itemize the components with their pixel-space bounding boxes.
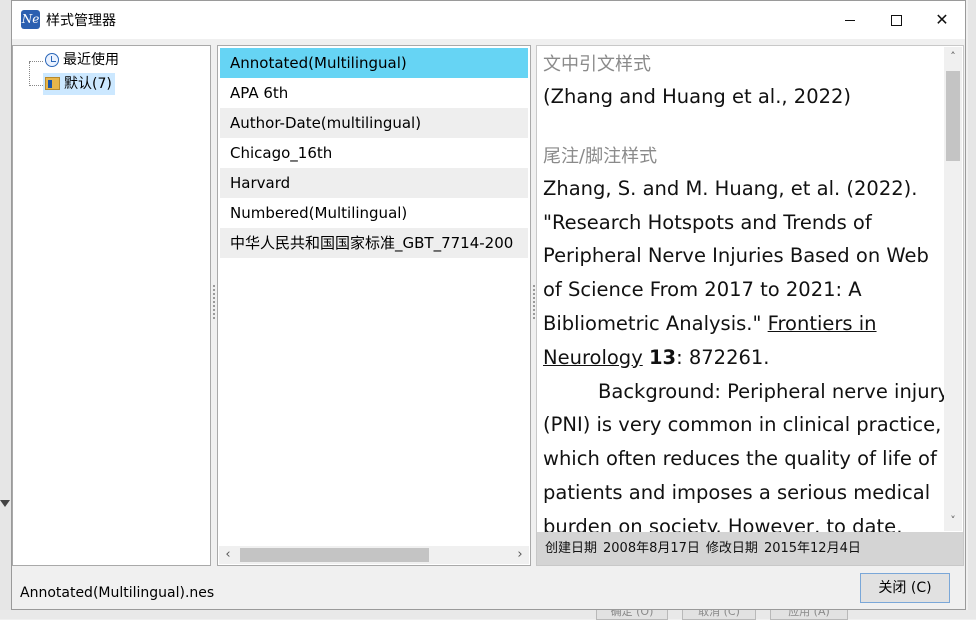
tree-item-label: 最近使用 [63, 52, 119, 68]
bibliography-heading: 尾注/脚注样式 [543, 145, 658, 167]
background-window-left-edge [0, 0, 11, 619]
list-item[interactable]: Harvard [220, 168, 528, 198]
horizontal-scrollbar[interactable]: ‹ › [219, 546, 529, 564]
window-title: 样式管理器 [46, 13, 116, 29]
tree-item-label: 默认(7) [64, 76, 112, 92]
background-window-bottom-edge: 确定 (O) 取消 (C) 应用 (A) [0, 604, 976, 620]
scroll-left-icon[interactable]: ‹ [219, 546, 237, 564]
tree-item-recent[interactable]: 最近使用 [43, 49, 122, 71]
app-logo-icon: Ne [21, 10, 40, 29]
tree-connector [29, 85, 43, 86]
modified-date: 2015年12月4日 [763, 541, 861, 556]
style-preview: 文中引文样式 (Zhang and Huang et al., 2022) 尾注… [536, 45, 964, 566]
list-item[interactable]: APA 6th [220, 78, 528, 108]
preview-content: 文中引文样式 (Zhang and Huang et al., 2022) 尾注… [543, 50, 950, 544]
abstract-line: (PNI) is very common in clinical practic… [543, 413, 942, 437]
abstract-line: patients and imposes a serious medical [543, 480, 931, 504]
title-bar[interactable]: Ne 样式管理器 ✕ [12, 1, 965, 39]
scrollbar-thumb[interactable] [946, 71, 960, 161]
close-button[interactable]: 关闭 (C) [860, 573, 950, 603]
style-list[interactable]: Annotated(Multilingual) APA 6th Author-D… [217, 45, 531, 566]
modified-label: 修改日期 [705, 541, 758, 556]
bibliography-text: Bibliometric Analysis." [543, 311, 768, 335]
scrollbar-thumb[interactable] [240, 548, 429, 562]
selected-file-name: Annotated(Multilingual).nes [20, 585, 215, 601]
page-number: : 872261. [676, 345, 770, 369]
style-manager-window: Ne 样式管理器 ✕ 最近使用 默认(7) Annotated(Multilin… [11, 0, 966, 610]
list-item[interactable]: Numbered(Multilingual) [220, 198, 528, 228]
minimize-button[interactable] [827, 1, 873, 39]
abstract-line: Background: Peripheral nerve injury [598, 379, 950, 403]
preview-footer: 创建日期 2008年8月17日 修改日期 2015年12月4日 [537, 532, 963, 565]
scroll-up-icon[interactable]: ˄ [944, 49, 962, 65]
scroll-right-icon[interactable]: › [511, 546, 529, 564]
bibliography-line: Bibliometric Analysis." Frontiers in [543, 307, 943, 341]
created-date: 2008年8月17日 [603, 541, 700, 556]
vertical-scrollbar[interactable]: ˄ ˅ [944, 47, 962, 531]
bibliography-line: Peripheral Nerve Injuries Based on Web [543, 244, 929, 268]
caret-down-icon [0, 500, 10, 507]
intext-citation: (Zhang and Huang et al., 2022) [543, 85, 852, 108]
intext-heading: 文中引文样式 [543, 54, 651, 75]
bibliography-line: Neurology 13: 872261. [543, 341, 943, 375]
abstract-line: which often reduces the quality of life … [543, 447, 937, 471]
minimize-icon [845, 20, 855, 21]
journal-title: Frontiers in [767, 311, 877, 335]
maximize-icon [890, 15, 902, 26]
bibliography-line: Zhang, S. and M. Huang, et al. (2022). [543, 176, 918, 200]
created-label: 创建日期 [545, 541, 598, 556]
scroll-down-icon[interactable]: ˅ [944, 513, 962, 529]
tree-connector [29, 61, 43, 62]
maximize-button[interactable] [873, 1, 919, 39]
list-item[interactable]: Author-Date(multilingual) [220, 108, 528, 138]
list-item[interactable]: Chicago_16th [220, 138, 528, 168]
folder-icon [45, 77, 60, 90]
close-icon: ✕ [935, 10, 949, 29]
bibliography-line: of Science From 2017 to 2021: A [543, 278, 862, 302]
close-window-button[interactable]: ✕ [919, 1, 965, 39]
tree-item-default[interactable]: 默认(7) [43, 73, 115, 95]
list-item[interactable]: 中华人民共和国国家标准_GBT_7714-200 [220, 228, 528, 258]
clock-icon [45, 53, 59, 67]
bibliography-line: "Research Hotspots and Trends of [543, 210, 872, 234]
tree-connector [29, 62, 30, 86]
background-window-right-edge [968, 0, 976, 619]
list-item[interactable]: Annotated(Multilingual) [220, 48, 528, 78]
style-folder-tree[interactable]: 最近使用 默认(7) [12, 45, 211, 566]
journal-title: Neurology [543, 345, 643, 369]
volume-number: 13 [648, 345, 677, 369]
